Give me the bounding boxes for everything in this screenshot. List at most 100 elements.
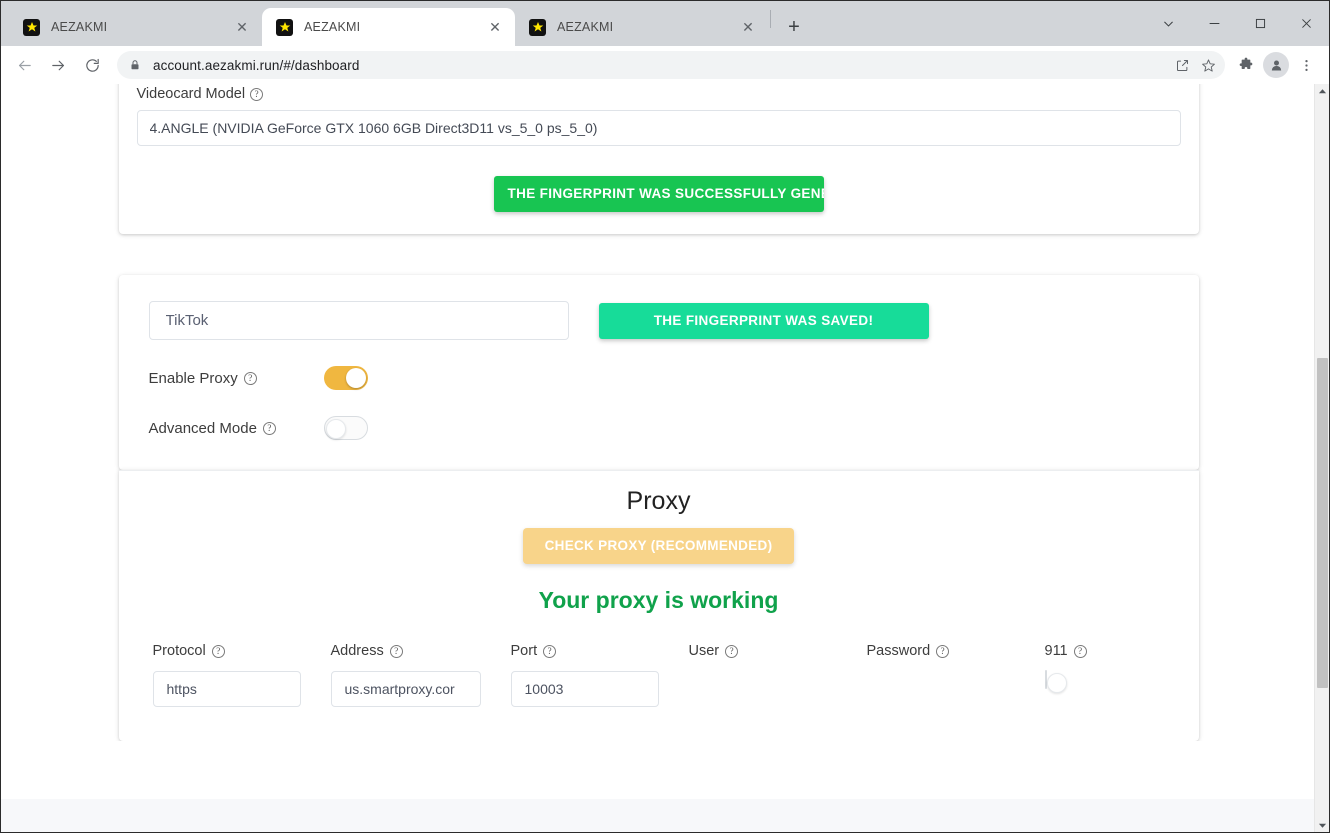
- nine-one-one-toggle[interactable]: [1044, 670, 1067, 693]
- scroll-down-arrow-icon[interactable]: [1315, 818, 1329, 832]
- tab-title: AEZAKMI: [304, 20, 361, 34]
- help-icon[interactable]: ?: [243, 371, 257, 385]
- port-label: Port ?: [511, 642, 689, 660]
- address-label: Address ?: [331, 642, 511, 660]
- generate-button-row: THE FINGERPRINT WAS SUCCESSFULLY GENERAT…: [137, 176, 1181, 212]
- omnibox-actions: [1169, 51, 1225, 79]
- tab-close-icon[interactable]: ✕: [485, 17, 505, 37]
- user-label-text: User: [688, 643, 720, 659]
- share-icon[interactable]: [1169, 52, 1195, 78]
- address-input[interactable]: [330, 671, 481, 707]
- nine-one-one-label: 911 ?: [1045, 642, 1155, 660]
- minimize-icon[interactable]: [1191, 1, 1237, 46]
- page-content: Videocard Model ? THE FINGERPRINT WAS SU…: [1, 84, 1316, 832]
- tab-close-icon[interactable]: ✕: [232, 17, 252, 37]
- check-proxy-button[interactable]: CHECK PROXY (RECOMMENDED): [522, 528, 795, 564]
- profile-card: THE FINGERPRINT WAS SAVED! Enable Proxy …: [118, 275, 1199, 470]
- nine-one-one-field: 911 ?: [1044, 642, 1155, 707]
- save-fingerprint-button[interactable]: THE FINGERPRINT WAS SAVED!: [598, 302, 929, 339]
- proxy-fields-grid: Protocol ? Address ?: [137, 642, 1181, 707]
- page-viewport: Videocard Model ? THE FINGERPRINT WAS SU…: [1, 84, 1329, 832]
- tab-title: AEZAKMI: [51, 20, 108, 34]
- page-scrollbar[interactable]: [1314, 84, 1329, 832]
- profile-name-input[interactable]: [148, 301, 569, 340]
- advanced-mode-label: Advanced Mode ?: [149, 420, 324, 437]
- help-icon[interactable]: ?: [725, 644, 739, 658]
- address-label-text: Address: [330, 643, 384, 659]
- password-label: Password ?: [867, 642, 1045, 660]
- scrollbar-thumb[interactable]: [1317, 358, 1328, 688]
- port-field: Port ?: [510, 642, 689, 707]
- port-label-text: Port: [510, 643, 538, 659]
- help-icon[interactable]: ?: [211, 644, 225, 658]
- password-field: Password ?: [867, 642, 1045, 707]
- protocol-field: Protocol ?: [152, 642, 331, 707]
- videocard-model-label-text: Videocard Model: [136, 86, 246, 102]
- advanced-mode-label-text: Advanced Mode: [148, 419, 257, 437]
- proxy-status-message: Your proxy is working: [538, 587, 779, 613]
- port-input[interactable]: [510, 671, 659, 707]
- enable-proxy-label-text: Enable Proxy: [148, 369, 238, 387]
- protocol-label-text: Protocol: [152, 643, 206, 659]
- tab-title: AEZAKMI: [557, 20, 614, 34]
- browser-toolbar: account.aezakmi.run/#/dashboard: [1, 46, 1329, 84]
- toggle-knob: [345, 368, 366, 388]
- puzzle-icon[interactable]: [1231, 50, 1261, 80]
- toggle-knob: [1046, 673, 1067, 693]
- advanced-mode-toggle[interactable]: [323, 416, 368, 440]
- user-field: User ?: [689, 642, 867, 707]
- chevron-down-icon[interactable]: [1145, 1, 1191, 46]
- password-label-text: Password: [866, 643, 931, 659]
- star-favicon-icon: [276, 18, 293, 36]
- reload-icon[interactable]: [77, 50, 107, 80]
- toggle-knob: [325, 419, 346, 439]
- star-favicon-icon: [529, 18, 546, 36]
- page-footer: AEZAKMI AEZAKMI SUPPORT DOWNLOAD: [1, 799, 1316, 832]
- address-bar[interactable]: account.aezakmi.run/#/dashboard: [117, 51, 1225, 79]
- tab-separator: [770, 9, 771, 28]
- help-icon[interactable]: ?: [389, 644, 403, 658]
- back-arrow-icon[interactable]: [9, 50, 39, 80]
- protocol-label: Protocol ?: [153, 642, 331, 660]
- videocard-model-input[interactable]: [136, 110, 1181, 146]
- tab-close-icon[interactable]: ✕: [738, 17, 758, 37]
- browser-window: AEZAKMI ✕ AEZAKMI ✕ AEZAKMI ✕ + account.…: [0, 0, 1330, 833]
- forward-arrow-icon[interactable]: [43, 50, 73, 80]
- star-favicon-icon: [23, 18, 40, 36]
- help-icon[interactable]: ?: [1073, 644, 1087, 658]
- maximize-icon[interactable]: [1237, 1, 1283, 46]
- browser-tab-1[interactable]: AEZAKMI ✕: [9, 8, 262, 46]
- generate-fingerprint-button[interactable]: THE FINGERPRINT WAS SUCCESSFULLY GENERAT…: [493, 176, 824, 212]
- help-icon[interactable]: ?: [250, 87, 264, 101]
- close-icon[interactable]: [1283, 1, 1329, 46]
- profile-top-row: THE FINGERPRINT WAS SAVED!: [148, 301, 1169, 340]
- tab-strip: AEZAKMI ✕ AEZAKMI ✕ AEZAKMI ✕ +: [1, 1, 1329, 46]
- advanced-mode-row: Advanced Mode ?: [149, 416, 1169, 440]
- lock-icon: [129, 59, 141, 71]
- videocard-model-label: Videocard Model ?: [137, 86, 1181, 102]
- enable-proxy-label: Enable Proxy ?: [149, 370, 324, 387]
- footer-spacer: [1, 741, 1316, 799]
- proxy-section-title: Proxy: [626, 487, 691, 515]
- new-tab-button[interactable]: +: [779, 12, 809, 42]
- star-icon[interactable]: [1195, 52, 1221, 78]
- help-icon[interactable]: ?: [936, 644, 950, 658]
- nine-one-one-label-text: 911: [1044, 643, 1068, 659]
- address-bar-url: account.aezakmi.run/#/dashboard: [153, 57, 360, 73]
- help-icon[interactable]: ?: [543, 644, 557, 658]
- toolbar-right-actions: [1231, 50, 1321, 80]
- protocol-input[interactable]: [152, 671, 301, 707]
- enable-proxy-row: Enable Proxy ?: [149, 366, 1169, 390]
- proxy-card: Proxy CHECK PROXY (RECOMMENDED) Your pro…: [118, 470, 1199, 741]
- browser-tab-3[interactable]: AEZAKMI ✕: [515, 8, 768, 46]
- user-label: User ?: [689, 642, 867, 660]
- address-field: Address ?: [330, 642, 511, 707]
- browser-tab-2[interactable]: AEZAKMI ✕: [262, 8, 515, 46]
- scroll-up-arrow-icon[interactable]: [1315, 84, 1329, 99]
- profile-avatar[interactable]: [1263, 52, 1289, 78]
- help-icon[interactable]: ?: [262, 421, 276, 435]
- three-dot-menu-icon[interactable]: [1291, 50, 1321, 80]
- window-controls: [1145, 1, 1329, 46]
- fingerprint-card: Videocard Model ? THE FINGERPRINT WAS SU…: [118, 84, 1199, 234]
- enable-proxy-toggle[interactable]: [323, 366, 368, 390]
